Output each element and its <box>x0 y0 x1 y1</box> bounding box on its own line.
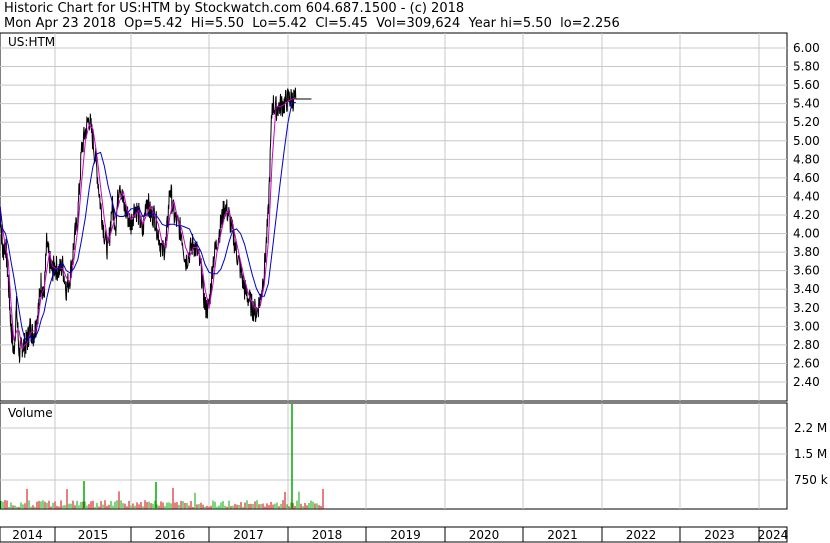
year-label: 2018 <box>312 528 343 542</box>
year-label: 2020 <box>469 528 500 542</box>
volume-panel-frame <box>0 402 788 510</box>
price-tick-label: 4.00 <box>793 227 820 241</box>
price-tick-label: 3.20 <box>793 301 820 315</box>
year-label: 2015 <box>78 528 109 542</box>
price-tick-label: 3.40 <box>793 282 820 296</box>
price-panel-frame <box>0 32 788 402</box>
price-axis-labels: 6.00 5.80 5.60 5.40 5.20 5.00 4.80 4.60 4.40 4.20… <box>793 41 820 389</box>
price-tick-label: 5.00 <box>793 134 820 148</box>
price-tick-label: 5.40 <box>793 97 820 111</box>
year-label: 2024 <box>758 528 789 542</box>
price-tick-label: 2.60 <box>793 356 820 370</box>
volume-tick-label: 2.2 M <box>794 421 827 435</box>
price-tick-label: 4.60 <box>793 171 820 185</box>
volume-tick-label: 750 k <box>794 473 828 487</box>
price-tick-label: 5.80 <box>793 60 820 74</box>
price-series <box>0 87 312 363</box>
price-tick-label: 3.80 <box>793 245 820 259</box>
symbol-label: US:HTM <box>8 35 55 49</box>
year-axis-labels: 2014 2015 2016 2017 2018 2019 2020 2021 2022 2023… <box>12 528 788 542</box>
stock-chart: 6.00 5.80 5.60 5.40 5.20 5.00 4.80 4.60 4.40 4.20… <box>0 32 828 543</box>
price-tick-label: 4.20 <box>793 208 820 222</box>
year-label: 2016 <box>155 528 186 542</box>
year-label: 2014 <box>12 528 43 542</box>
price-tick-label: 2.80 <box>793 338 820 352</box>
grid-lines <box>0 33 787 542</box>
year-label: 2017 <box>233 528 264 542</box>
price-tick-label: 5.60 <box>793 78 820 92</box>
volume-axis-labels: 2.2 M 1.5 M 750 k <box>794 421 828 487</box>
price-tick-label: 6.00 <box>793 41 820 55</box>
price-tick-label: 3.60 <box>793 264 820 278</box>
price-tick-label: 3.00 <box>793 319 820 333</box>
year-label: 2021 <box>547 528 578 542</box>
year-label: 2019 <box>390 528 421 542</box>
price-tick-label: 2.40 <box>793 375 820 389</box>
price-tick-label: 5.20 <box>793 115 820 129</box>
year-label: 2022 <box>626 528 657 542</box>
volume-label: Volume <box>8 406 53 420</box>
volume-tick-label: 1.5 M <box>794 447 827 461</box>
year-label: 2023 <box>704 528 735 542</box>
price-tick-label: 4.80 <box>793 152 820 166</box>
price-tick-label: 4.40 <box>793 189 820 203</box>
price-line <box>0 87 312 363</box>
